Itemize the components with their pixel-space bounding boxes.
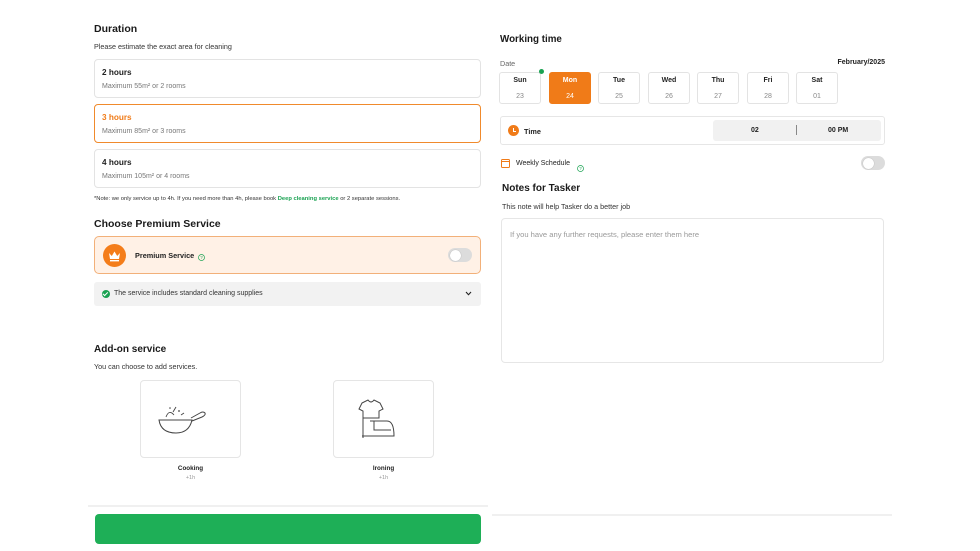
option-title: 4 hours bbox=[102, 158, 132, 167]
day-thu[interactable]: Thu 27 bbox=[697, 72, 739, 104]
day-wed[interactable]: Wed 26 bbox=[648, 72, 690, 104]
day-sat[interactable]: Sat 01 bbox=[796, 72, 838, 104]
day-fri[interactable]: Fri 28 bbox=[747, 72, 789, 104]
today-indicator bbox=[539, 69, 544, 74]
ironing-icon bbox=[358, 399, 395, 438]
day-name: Tue bbox=[613, 77, 625, 84]
crown-icon bbox=[103, 244, 126, 267]
deep-cleaning-link[interactable]: Deep cleaning service bbox=[278, 196, 339, 202]
time-picker[interactable]: 02 00 PM bbox=[713, 120, 881, 141]
day-mon[interactable]: Mon 24 bbox=[549, 72, 591, 104]
addon-ironing-card[interactable] bbox=[333, 380, 434, 458]
calendar-icon bbox=[501, 159, 510, 168]
month-label: February/2025 bbox=[837, 59, 885, 66]
premium-service-label: Premium Service bbox=[135, 251, 195, 260]
premium-toggle[interactable] bbox=[448, 248, 472, 262]
next-button[interactable] bbox=[95, 514, 481, 544]
day-date: 25 bbox=[615, 93, 623, 100]
divider bbox=[88, 505, 488, 507]
option-title: 3 hours bbox=[102, 113, 132, 122]
note-suffix: or 2 separate sessions. bbox=[338, 196, 401, 202]
day-date: 01 bbox=[813, 93, 821, 100]
time-label: Time bbox=[524, 127, 541, 136]
addon-ironing-sub: +1h bbox=[378, 475, 389, 481]
day-date: 28 bbox=[764, 93, 772, 100]
day-tue[interactable]: Tue 25 bbox=[598, 72, 640, 104]
weekly-schedule-label: Weekly Schedule bbox=[516, 160, 570, 167]
duration-note: *Note: we only service up to 4h. If you … bbox=[94, 196, 494, 202]
cooking-pan-icon bbox=[158, 406, 206, 434]
option-desc: Maximum 85m² or 3 rooms bbox=[102, 128, 186, 135]
option-desc: Maximum 55m² or 2 rooms bbox=[102, 83, 186, 90]
day-name: Thu bbox=[711, 77, 725, 84]
notes-subtitle: This note will help Tasker do a better j… bbox=[502, 202, 631, 211]
day-name: Sun bbox=[513, 77, 527, 84]
addon-cooking-card[interactable] bbox=[140, 380, 241, 458]
duration-option-2h[interactable]: 2 hours Maximum 55m² or 2 rooms bbox=[94, 59, 481, 98]
day-date: 24 bbox=[566, 93, 574, 100]
duration-option-4h[interactable]: 4 hours Maximum 105m² or 4 rooms bbox=[94, 149, 481, 188]
addon-cooking-sub: +1h bbox=[185, 475, 196, 481]
day-name: Wed bbox=[661, 77, 677, 84]
day-sun[interactable]: Sun 23 bbox=[499, 72, 541, 104]
working-time-title: Working time bbox=[500, 34, 562, 45]
svg-text:?: ? bbox=[200, 255, 203, 260]
option-title: 2 hours bbox=[102, 68, 132, 77]
time-separator bbox=[796, 125, 797, 135]
weekly-schedule-toggle[interactable] bbox=[861, 156, 885, 170]
chevron-down-icon[interactable] bbox=[464, 289, 473, 298]
clock-icon bbox=[508, 125, 519, 136]
help-icon[interactable]: ? bbox=[198, 248, 205, 266]
time-picker-row[interactable]: Time 02 00 PM bbox=[500, 116, 885, 145]
notes-textarea[interactable]: If you have any further requests, please… bbox=[501, 218, 884, 363]
addon-cooking-name: Cooking bbox=[177, 465, 204, 472]
date-label: Date bbox=[500, 59, 516, 68]
day-name: Mon bbox=[562, 77, 578, 84]
addon-title: Add-on service bbox=[94, 344, 167, 355]
duration-option-3h[interactable]: 3 hours Maximum 85m² or 3 rooms bbox=[94, 104, 481, 143]
addon-subtitle: You can choose to add services. bbox=[94, 362, 198, 371]
supplies-text: The service includes standard cleaning s… bbox=[114, 290, 263, 297]
option-desc: Maximum 105m² or 4 rooms bbox=[102, 173, 190, 180]
duration-title: Duration bbox=[94, 23, 138, 35]
notes-title: Notes for Tasker bbox=[502, 183, 581, 194]
hour-value[interactable]: 02 bbox=[751, 127, 759, 134]
premium-title: Choose Premium Service bbox=[94, 218, 221, 230]
note-prefix: *Note: we only service up to 4h. If you … bbox=[94, 196, 278, 202]
addon-ironing-name: Ironing bbox=[372, 465, 395, 472]
supplies-info[interactable]: The service includes standard cleaning s… bbox=[94, 282, 481, 306]
premium-service-card[interactable]: Premium Service ? bbox=[94, 236, 481, 274]
day-name: Fri bbox=[763, 77, 773, 84]
day-name: Sat bbox=[811, 77, 823, 84]
help-icon[interactable]: ? bbox=[577, 159, 584, 177]
day-date: 26 bbox=[665, 93, 673, 100]
duration-subtitle: Please estimate the exact area for clean… bbox=[94, 42, 232, 51]
notes-placeholder: If you have any further requests, please… bbox=[510, 230, 700, 239]
day-date: 27 bbox=[714, 93, 722, 100]
check-circle-icon bbox=[102, 290, 110, 298]
svg-text:?: ? bbox=[579, 166, 582, 171]
minute-period-value[interactable]: 00 PM bbox=[828, 127, 848, 134]
divider bbox=[492, 514, 892, 516]
day-date: 23 bbox=[516, 93, 524, 100]
